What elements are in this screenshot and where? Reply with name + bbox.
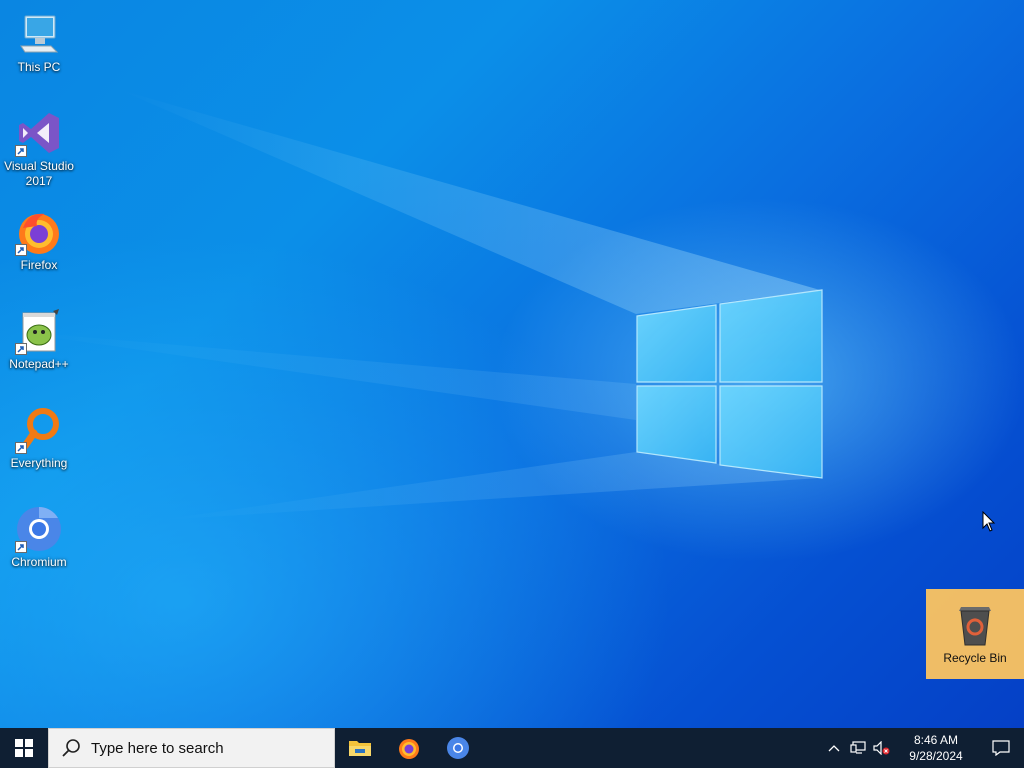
show-hidden-icons-button[interactable] bbox=[822, 728, 846, 768]
computer-icon bbox=[15, 10, 63, 58]
everything-search-icon bbox=[15, 406, 63, 454]
chevron-up-icon bbox=[828, 745, 840, 752]
taskbar-search-box[interactable]: Type here to search bbox=[48, 728, 335, 768]
search-placeholder: Type here to search bbox=[91, 739, 224, 757]
desktop-icon-visual-studio[interactable]: Visual Studio 2017 bbox=[0, 103, 78, 189]
shortcut-arrow-icon bbox=[15, 244, 27, 256]
system-tray: 8:46 AM 9/28/2024 bbox=[822, 728, 1024, 768]
firefox-icon bbox=[398, 739, 419, 759]
shortcut-arrow-icon bbox=[15, 442, 27, 454]
taskbar-app-chromium[interactable] bbox=[433, 728, 482, 768]
action-center-button[interactable] bbox=[978, 728, 1024, 768]
desktop-icon-label: Recycle Bin bbox=[943, 651, 1007, 665]
windows-start-icon bbox=[15, 739, 33, 757]
start-button[interactable] bbox=[0, 728, 48, 768]
desktop-background[interactable]: This PC Visual Studio 2017 Firefox Notep… bbox=[0, 0, 1024, 728]
taskbar: Type here to search 8:46 AM 9/28/2024 bbox=[0, 728, 1024, 768]
desktop-icon-firefox[interactable]: Firefox bbox=[0, 202, 78, 273]
network-status-button[interactable] bbox=[846, 728, 870, 768]
clock-date: 9/28/2024 bbox=[909, 749, 963, 763]
search-icon bbox=[62, 739, 80, 757]
desktop-icon-label: Firefox bbox=[20, 258, 58, 272]
volume-muted-icon bbox=[873, 741, 890, 755]
taskbar-app-firefox[interactable] bbox=[384, 728, 433, 768]
visual-studio-icon bbox=[15, 109, 63, 157]
shortcut-arrow-icon bbox=[15, 343, 27, 355]
folder-icon bbox=[348, 741, 371, 756]
desktop-icon-label: This PC bbox=[17, 60, 61, 74]
shortcut-arrow-icon bbox=[15, 541, 27, 553]
firefox-icon bbox=[15, 208, 63, 256]
desktop-icon-label: Everything bbox=[10, 456, 68, 470]
network-icon bbox=[850, 741, 866, 754]
chromium-icon bbox=[15, 505, 63, 553]
chromium-icon bbox=[446, 737, 469, 759]
mouse-cursor-icon bbox=[982, 511, 996, 532]
taskbar-app-file-explorer[interactable] bbox=[335, 728, 384, 768]
volume-button[interactable] bbox=[870, 728, 894, 768]
clock-time: 8:46 AM bbox=[913, 733, 959, 747]
desktop-icon-label: Notepad++ bbox=[9, 357, 69, 371]
desktop-icon-chromium[interactable]: Chromium bbox=[0, 499, 78, 570]
recycle-bin-icon bbox=[951, 601, 999, 649]
desktop-icon-this-pc[interactable]: This PC bbox=[0, 4, 78, 75]
windows-logo-wallpaper bbox=[636, 289, 823, 479]
desktop-icon-recycle-bin[interactable]: Recycle Bin bbox=[926, 589, 1024, 679]
desktop-icon-notepad-plus-plus[interactable]: Notepad++ bbox=[0, 301, 78, 372]
notepad-plus-plus-icon bbox=[15, 307, 63, 355]
shortcut-arrow-icon bbox=[15, 145, 27, 157]
taskbar-clock[interactable]: 8:46 AM 9/28/2024 bbox=[894, 732, 978, 764]
desktop-icon-label: Chromium bbox=[11, 555, 67, 569]
action-center-icon bbox=[992, 740, 1010, 756]
desktop-icon-everything[interactable]: Everything bbox=[0, 400, 78, 471]
desktop-icon-label: Visual Studio 2017 bbox=[4, 159, 74, 188]
